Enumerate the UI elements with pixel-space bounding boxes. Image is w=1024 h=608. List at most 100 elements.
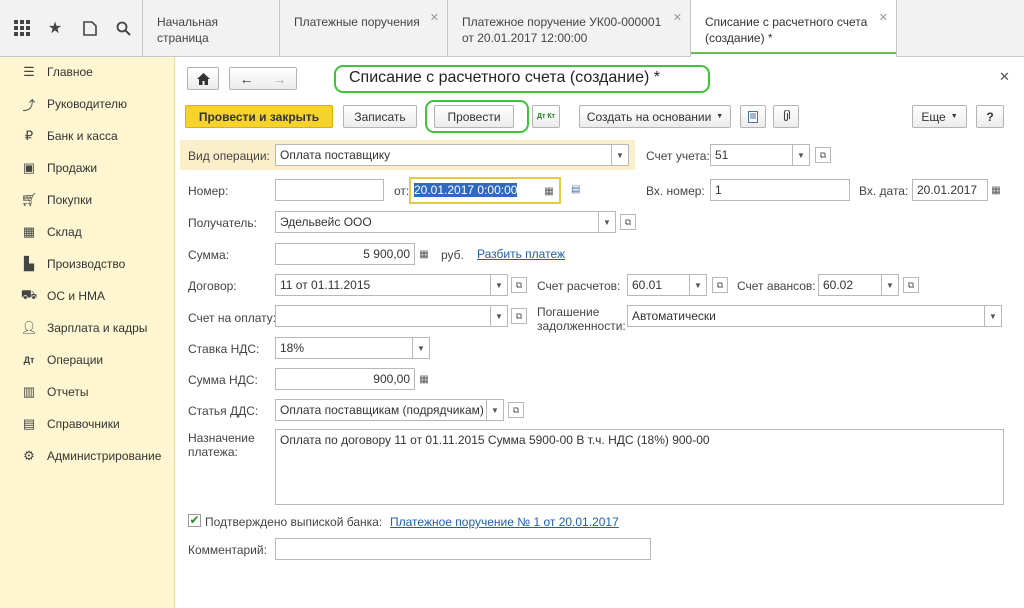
calendar-icon[interactable]: ▦ [540,180,558,202]
more-button[interactable]: Еще ▼ [912,105,967,128]
amount-field[interactable]: 5 900,00 [275,243,415,265]
number-label: Номер: [188,184,229,198]
account-field[interactable]: 51 [710,144,793,166]
cash-flow-item-field[interactable]: Оплата поставщикам (подрядчикам) [275,399,487,421]
tab-label-line2: от 20.01.2017 12:00:00 [462,31,588,45]
chevron-down-icon[interactable]: ▼ [491,305,508,327]
sidebar-item-production[interactable]: ▙ Производство [0,252,175,276]
comment-label: Комментарий: [188,543,267,557]
open-link-icon[interactable]: ⧉ [712,277,728,293]
open-link-icon[interactable]: ⧉ [903,277,919,293]
recipient-field[interactable]: Эдельвейс ООО [275,211,599,233]
sidebar-item-main[interactable]: ☰ Главное [0,60,175,84]
tab-payment-order-doc[interactable]: Платежное поручение УК00-000001 от 20.01… [447,0,690,57]
close-icon[interactable]: ✕ [879,10,888,26]
open-link-icon[interactable]: ⧉ [620,214,636,230]
incoming-date-field[interactable]: 20.01.2017 [912,179,988,201]
comment-field[interactable] [275,538,651,560]
calendar-icon[interactable]: ▦ [987,179,1005,201]
save-button[interactable]: Записать [343,105,417,128]
debt-repayment-label-line1: Погашение [537,305,600,319]
settlement-account-label: Счет расчетов: [537,279,621,293]
sidebar-item-label: Главное [47,65,93,79]
sidebar: ☰ Главное ⤴ Руководителю ₽ Банк и касса ▣ Пр… [0,57,175,608]
print-document-icon[interactable] [740,105,766,128]
debt-repayment-field[interactable]: Автоматически [627,305,985,327]
vat-amount-field[interactable]: 900,00 [275,368,415,390]
sidebar-item-reports[interactable]: ▥ Отчеты [0,380,175,404]
menu-lines-icon: ☰ [23,64,35,79]
payment-order-link[interactable]: Платежное поручение № 1 от 20.01.2017 [390,515,619,529]
advance-account-field[interactable]: 60.02 [818,274,882,296]
contract-label: Договор: [188,279,237,293]
close-icon[interactable]: ✕ [430,10,439,26]
tab-home[interactable]: Начальная страница [142,0,279,57]
tab-writeoff-active[interactable]: Списание с расчетного счета (создание) *… [690,0,897,58]
chevron-down-icon[interactable]: ▼ [985,305,1002,327]
sidebar-item-label: Руководителю [47,97,128,111]
chevron-down-icon[interactable]: ▼ [487,399,504,421]
calculator-icon[interactable]: ▦ [415,243,433,265]
sidebar-item-admin[interactable]: ⚙ Администрирование [0,444,175,468]
person-icon: 👤︎ [20,320,38,335]
tab-label-line2: (создание) * [705,31,773,45]
chevron-down-icon: ▼ [716,113,724,120]
sidebar-item-director[interactable]: ⤴ Руководителю [0,92,175,116]
close-icon[interactable]: ✕ [999,69,1010,85]
gear-icon: ⚙ [23,448,35,463]
open-link-icon[interactable]: ⧉ [511,277,527,293]
sidebar-item-salary[interactable]: 👤︎ Зарплата и кадры [0,316,175,340]
back-arrow-icon[interactable]: ← [240,71,254,87]
close-icon[interactable]: ✕ [673,10,682,26]
date-field[interactable]: 20.01.2017 0:00:00 [412,180,537,202]
settlement-account-field[interactable]: 60.01 [627,274,690,296]
apps-grid-icon[interactable] [10,16,34,40]
chevron-down-icon[interactable]: ▼ [413,337,430,359]
sidebar-item-warehouse[interactable]: ▦ Склад [0,220,175,244]
sidebar-item-purchases[interactable]: 🛒︎ Покупки [0,188,175,212]
operation-type-field[interactable]: Оплата поставщику [275,144,612,166]
form-area: ← → Списание с расчетного счета (создани… [175,57,1024,608]
dt-kt-button[interactable]: Дт Кт [532,105,560,128]
contract-field[interactable]: 11 от 01.11.2015 [275,274,491,296]
calculator-icon[interactable]: ▦ [415,368,433,390]
number-field[interactable] [275,179,384,201]
sidebar-item-sales[interactable]: ▣ Продажи [0,156,175,180]
payment-purpose-textarea[interactable]: Оплата по договору 11 от 01.11.2015 Сумм… [275,429,1004,505]
forward-arrow-icon[interactable]: → [273,71,287,87]
home-button[interactable] [187,67,219,90]
sidebar-item-catalogs[interactable]: ▤ Справочники [0,412,175,436]
split-payment-link[interactable]: Разбить платеж [477,247,565,261]
search-icon[interactable] [111,16,135,40]
open-link-icon[interactable]: ⧉ [508,402,524,418]
incoming-number-field[interactable]: 1 [710,179,850,201]
open-link-icon[interactable]: ⧉ [815,147,831,163]
sidebar-item-assets[interactable]: ⛟ ОС и НМА [0,284,175,308]
help-button[interactable]: ? [976,105,1004,128]
chevron-down-icon[interactable]: ▼ [882,274,899,296]
sidebar-item-label: Справочники [47,417,120,431]
home-icon [196,72,210,85]
favorites-star-icon[interactable]: ★ [43,16,67,40]
history-icon[interactable] [78,16,102,40]
attachment-paperclip-icon[interactable] [773,105,799,128]
book-icon: ▤ [22,416,36,431]
chevron-down-icon[interactable]: ▼ [690,274,707,296]
open-link-icon[interactable]: ⧉ [511,308,527,324]
factory-icon: ▙ [24,256,34,271]
sidebar-item-label: Продажи [47,161,98,175]
invoice-field[interactable] [275,305,491,327]
create-based-on-button[interactable]: Создать на основании ▼ [579,105,731,128]
chevron-down-icon[interactable]: ▼ [491,274,508,296]
post-and-close-button[interactable]: Провести и закрыть [185,105,333,128]
sidebar-item-bank[interactable]: ₽ Банк и касса [0,124,175,148]
sidebar-item-operations[interactable]: Дт Операции [0,348,175,372]
chevron-down-icon[interactable]: ▼ [599,211,616,233]
confirmed-checkbox[interactable]: ✔ [188,514,201,527]
chevron-down-icon[interactable]: ▼ [612,144,629,166]
tab-payment-orders[interactable]: Платежные поручения ✕ [279,0,447,57]
vat-rate-field[interactable]: 18% [275,337,413,359]
bar-chart-icon: ▥ [22,384,36,399]
date-list-icon[interactable]: ▤ [571,184,580,195]
chevron-down-icon[interactable]: ▼ [793,144,810,166]
